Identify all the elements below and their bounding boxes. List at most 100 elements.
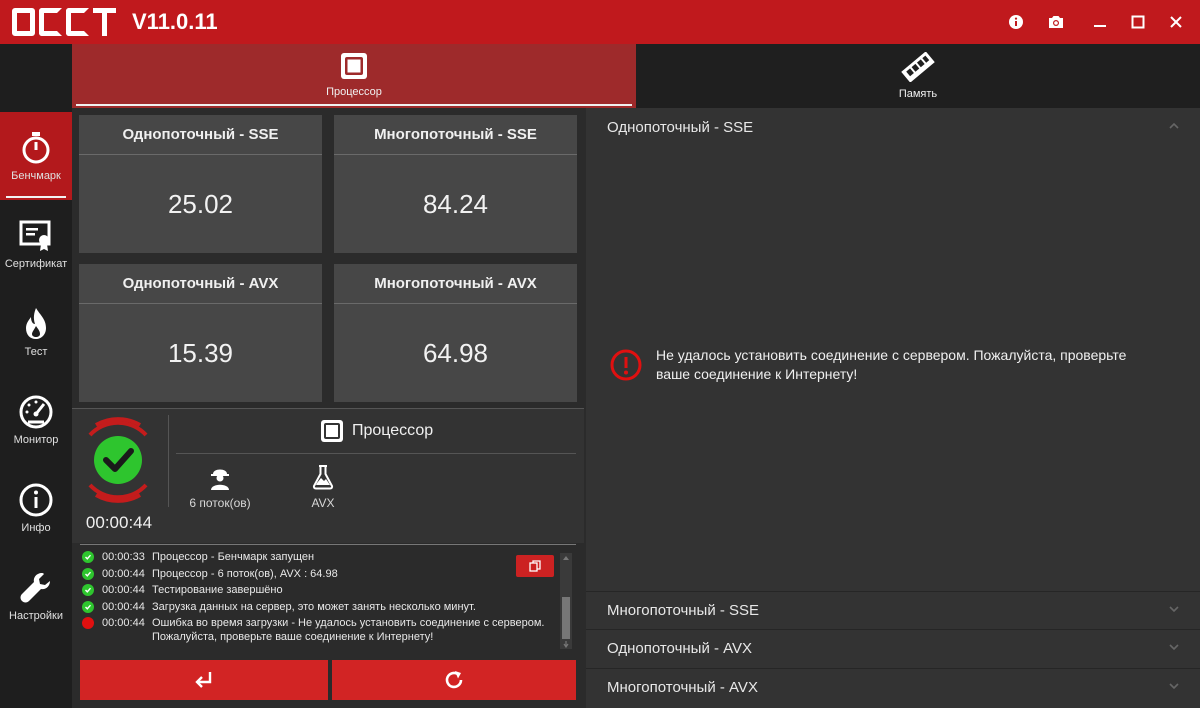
nav-label: Монитор [13, 434, 59, 446]
flame-icon [26, 308, 46, 339]
nav-item-benchmark[interactable]: Бенчмарк [0, 112, 72, 200]
stopwatch-icon [22, 132, 50, 164]
success-dot-icon [82, 600, 94, 613]
log-time: 00:00:44 [102, 567, 145, 580]
left-nav: Бенчмарк Сертификат Тест Монитор Инфо На… [0, 44, 72, 708]
tab-processor[interactable]: Процессор [72, 44, 636, 108]
instruction-info: AVX [278, 464, 368, 510]
elapsed-timer: 00:00:44 [85, 513, 153, 532]
card-title: Однопоточный - AVX [79, 264, 322, 304]
chevron-down-icon [1169, 606, 1179, 613]
error-message: Не удалось установить соединение с серве… [656, 347, 1127, 382]
log-time: 00:00:44 [102, 600, 145, 613]
minimize-icon[interactable] [1086, 8, 1114, 36]
nav-label: Бенчмарк [11, 170, 61, 182]
score-card-multi-sse: Многопоточный - SSE 84.24 [334, 115, 577, 253]
score-card-single-avx: Однопоточный - AVX 15.39 [79, 264, 322, 402]
title-bar: V11.0.11 [0, 0, 1200, 44]
card-value: 84.24 [422, 189, 489, 219]
occt-logo [12, 8, 120, 36]
processor-header: Процессор [320, 419, 433, 443]
cpu-icon [341, 53, 367, 79]
accordion-header-multi-avx[interactable]: Многопоточный - AVX [586, 668, 1200, 707]
return-arrow-icon [195, 672, 212, 688]
card-value: 64.98 [422, 338, 489, 368]
memory-icon [901, 52, 935, 82]
chevron-up-icon [1169, 122, 1179, 129]
log-row: 00:00:33 Процессор - Бенчмарк запущен [80, 550, 576, 566]
maximize-icon[interactable] [1124, 8, 1152, 36]
copy-icon [529, 560, 541, 572]
chevron-down-icon [1169, 644, 1179, 651]
camera-icon[interactable] [1042, 8, 1070, 36]
nav-label: Инфо [21, 522, 51, 534]
log-message: Процессор - 6 поток(ов), AVX : 64.98 [152, 567, 338, 580]
accordion-title: Однопоточный - AVX [607, 640, 753, 657]
scrollbar-thumb[interactable] [562, 597, 570, 639]
card-title: Многопоточный - AVX [334, 264, 577, 304]
nav-item-settings[interactable]: Настройки [0, 552, 72, 640]
instruction-set: AVX [311, 496, 335, 510]
success-dot-icon [82, 584, 94, 596]
return-button[interactable] [80, 660, 328, 700]
refresh-icon [445, 671, 463, 689]
nav-item-info[interactable]: Инфо [0, 464, 72, 552]
log-message: Процессор - Бенчмарк запущен [152, 551, 315, 563]
nav-item-test[interactable]: Тест [0, 288, 72, 376]
app-version: V11.0.11 [132, 9, 218, 34]
chevron-down-icon [1169, 683, 1179, 690]
card-title: Многопоточный - SSE [334, 115, 577, 155]
tab-label: Процессор [326, 86, 382, 98]
log-time: 00:00:44 [102, 617, 145, 629]
accordion-header-single-sse[interactable]: Однопоточный - SSE [586, 108, 1200, 147]
error-dot-icon [82, 617, 94, 629]
log-row: 00:00:44 Ошибка во время загрузки - Не у… [80, 616, 576, 646]
log-time: 00:00:44 [102, 584, 145, 596]
processor-label: Процессор [352, 422, 434, 439]
tab-memory[interactable]: Память [636, 44, 1200, 108]
log-message: Ошибка во время загрузки - Не удалось ус… [152, 617, 545, 643]
accordion-header-single-avx[interactable]: Однопоточный - AVX [586, 629, 1200, 668]
scroll-up-icon[interactable] [562, 554, 570, 562]
close-icon[interactable] [1162, 8, 1190, 36]
log-row: 00:00:44 Тестирование завершёно [80, 583, 576, 599]
log-row: 00:00:44 Процессор - 6 поток(ов), AVX : … [80, 567, 576, 583]
card-value: 15.39 [167, 338, 234, 368]
threads-info: 6 поток(ов) [175, 464, 265, 510]
nav-label: Сертификат [4, 258, 68, 270]
accordion-title: Однопоточный - SSE [607, 119, 754, 136]
nav-item-certificate[interactable]: Сертификат [0, 200, 72, 288]
worker-icon [211, 469, 229, 490]
log-scrollbar[interactable] [560, 553, 572, 649]
error-message-box: Не удалось установить соединение с серве… [610, 346, 1136, 384]
success-check-icon [88, 417, 148, 503]
nav-item-monitor[interactable]: Монитор [0, 376, 72, 464]
status-panel: 00:00:44 Процессор 6 поток(ов) AVX [72, 408, 584, 543]
success-dot-icon [82, 567, 94, 580]
score-card-single-sse: Однопоточный - SSE 25.02 [79, 115, 322, 253]
score-card-multi-avx: Многопоточный - AVX 64.98 [334, 264, 577, 402]
accordion-header-multi-sse[interactable]: Многопоточный - SSE [586, 591, 1200, 630]
cpu-icon [321, 420, 343, 442]
error-alert-icon [610, 349, 642, 381]
log-message: Тестирование завершёно [152, 584, 283, 596]
certificate-icon [19, 220, 51, 251]
nav-label: Настройки [9, 610, 63, 622]
results-accordion: Однопоточный - SSE Не удалось установить… [586, 108, 1200, 708]
card-title: Однопоточный - SSE [79, 115, 322, 155]
accordion-title: Многопоточный - AVX [607, 679, 758, 696]
log-row: 00:00:44 Загрузка данных на сервер, это … [80, 600, 576, 616]
flask-icon [312, 465, 334, 490]
info-icon[interactable] [1002, 8, 1030, 36]
success-dot-icon [82, 551, 94, 563]
wrench-icon [20, 573, 50, 603]
restart-button[interactable] [332, 660, 576, 700]
log-time: 00:00:33 [102, 551, 145, 563]
event-log[interactable]: 00:00:33 Процессор - Бенчмарк запущен 00… [80, 544, 576, 656]
accordion-title: Многопоточный - SSE [607, 602, 760, 619]
scroll-down-icon[interactable] [562, 640, 570, 648]
benchmark-panel: Однопоточный - SSE 25.02 Многопоточный -… [72, 108, 586, 708]
info-icon [19, 483, 53, 517]
copy-log-button[interactable] [516, 555, 554, 577]
card-value: 25.02 [167, 189, 234, 219]
